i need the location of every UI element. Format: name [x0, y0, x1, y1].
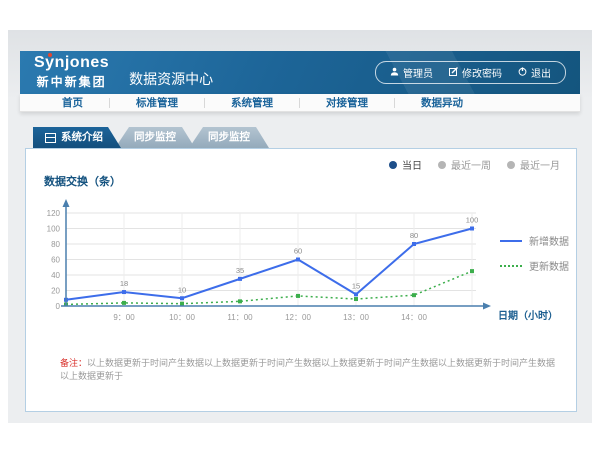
user-menu-label: 修改密码 — [462, 65, 502, 80]
legend-item-new-data[interactable]: 新增数据 — [500, 233, 569, 248]
tab-sync-monitor-1[interactable]: 同步监控 — [115, 127, 195, 148]
radio-label: 当日 — [402, 157, 422, 172]
footnote: 备注：以上数据更新于时间产生数据以上数据更新于时间产生数据以上数据更新于时间产生… — [60, 357, 560, 382]
svg-text:100: 100 — [466, 216, 479, 225]
logo-accent-dot-icon — [48, 53, 52, 57]
company-logo: Synjones 新中新集团 — [34, 55, 109, 90]
grid-icon — [45, 133, 56, 143]
chart-x-axis-title: 日期（小时） — [498, 307, 558, 322]
radio-last-week[interactable]: 最近一周 — [438, 157, 491, 172]
content-panel: 当日 最近一周 最近一月 数据交换（条） 日期（小时） 0 20 40 60 80 100… — [25, 148, 577, 412]
user-menu: 管理员 修改密码 退出 — [375, 61, 566, 84]
radio-label: 最近一月 — [520, 157, 560, 172]
svg-text:120: 120 — [47, 209, 61, 218]
svg-text:13：00: 13：00 — [343, 313, 369, 322]
chart-y-axis-title: 数据交换（条） — [44, 173, 121, 189]
blue-line-icon — [500, 240, 522, 242]
svg-text:12：00: 12：00 — [285, 313, 311, 322]
nav-item-interface-mgmt[interactable]: 对接管理 — [300, 94, 394, 112]
user-icon — [390, 67, 399, 79]
tab-sync-monitor-2[interactable]: 同步监控 — [189, 127, 269, 148]
radio-last-month[interactable]: 最近一月 — [507, 157, 560, 172]
logo-text: Synjones — [34, 55, 109, 71]
user-menu-label: 退出 — [531, 65, 551, 80]
nav-item-data-change[interactable]: 数据异动 — [395, 94, 489, 112]
svg-text:14：00: 14：00 — [401, 313, 427, 322]
nav-item-system-mgmt[interactable]: 系统管理 — [205, 94, 299, 112]
tab-bar: 系统介绍 同步监控 同步监控 — [33, 127, 269, 148]
page-title: 数据资源中心 — [129, 69, 213, 89]
tab-label: 系统介绍 — [61, 127, 103, 148]
radio-dot-icon — [507, 161, 515, 169]
line-chart: 0 20 40 60 80 100 120 9：00 10：00 11：00 12：00 13：00 1… — [26, 196, 496, 336]
nav-item-home[interactable]: 首页 — [36, 94, 109, 112]
page-background: Synjones 新中新集团 数据资源中心 管理员 修改密码 — [0, 0, 600, 450]
legend-label: 更新数据 — [529, 258, 569, 273]
user-menu-label: 管理员 — [403, 65, 433, 80]
footnote-text: 以上数据更新于时间产生数据以上数据更新于时间产生数据以上数据更新于时间产生数据以… — [60, 358, 555, 381]
svg-text:35: 35 — [236, 266, 244, 275]
legend-item-updated-data[interactable]: 更新数据 — [500, 258, 569, 273]
svg-text:10：00: 10：00 — [169, 313, 195, 322]
legend-label: 新增数据 — [529, 233, 569, 248]
svg-text:80: 80 — [410, 231, 418, 240]
footnote-prefix: 备注： — [60, 358, 87, 368]
green-dotted-line-icon — [500, 265, 522, 267]
svg-text:10: 10 — [178, 285, 186, 294]
radio-dot-icon — [438, 161, 446, 169]
logo-subtext: 新中新集团 — [34, 73, 109, 90]
main-nav: 首页 标准管理 系统管理 对接管理 数据异动 — [20, 94, 580, 112]
svg-text:60: 60 — [294, 247, 302, 256]
svg-text:15: 15 — [352, 281, 360, 290]
radio-dot-icon — [389, 161, 397, 169]
nav-item-standard-mgmt[interactable]: 标准管理 — [110, 94, 204, 112]
svg-text:18: 18 — [120, 279, 128, 288]
svg-text:20: 20 — [51, 287, 60, 296]
user-menu-admin[interactable]: 管理员 — [390, 65, 433, 80]
radio-label: 最近一周 — [451, 157, 491, 172]
radio-today[interactable]: 当日 — [389, 157, 422, 172]
svg-text:9：00: 9：00 — [113, 313, 135, 322]
time-range-filter: 当日 最近一周 最近一月 — [389, 157, 560, 172]
chart-legend: 新增数据 更新数据 — [500, 233, 569, 283]
svg-text:100: 100 — [47, 225, 61, 234]
svg-text:0: 0 — [56, 302, 61, 311]
user-menu-change-password[interactable]: 修改密码 — [449, 65, 502, 80]
svg-text:40: 40 — [51, 271, 60, 280]
edit-icon — [449, 67, 458, 79]
tab-system-intro[interactable]: 系统介绍 — [33, 127, 121, 148]
svg-text:80: 80 — [51, 240, 60, 249]
user-menu-logout[interactable]: 退出 — [518, 65, 551, 80]
logout-icon — [518, 67, 527, 79]
svg-text:11：00: 11：00 — [227, 313, 253, 322]
svg-text:60: 60 — [51, 256, 60, 265]
app-header: Synjones 新中新集团 数据资源中心 管理员 修改密码 — [20, 51, 580, 94]
